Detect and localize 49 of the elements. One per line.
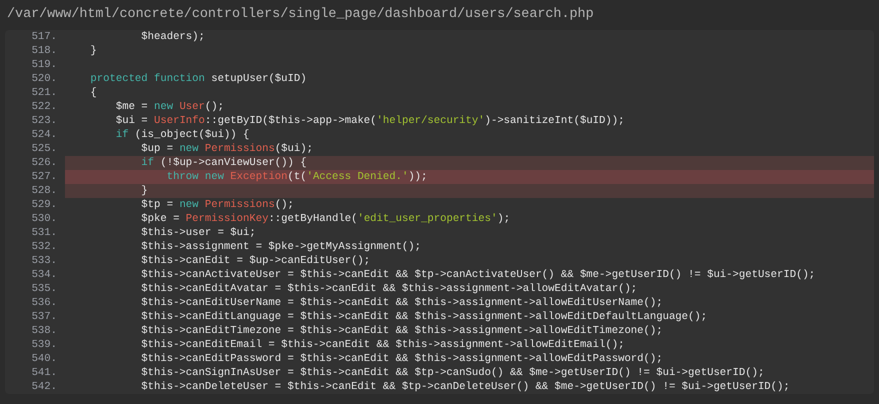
code-line: $this->canSignInAsUser = $this->canEdit && $tp->canSudo() && $me->getUserID() != $ui->getUserID(); [140, 366, 766, 380]
line-number: 528. [30, 184, 57, 198]
line-number: 523. [30, 114, 57, 128]
line-number: 542. [30, 380, 57, 394]
line-number: 538. [30, 324, 57, 338]
code-line: $this->canEditAvatar = $this->canEdit && $this->assignment->allowEditAvatar(); [140, 282, 638, 296]
code-line: $pke = PermissionKey::getByHandle('edit_user_properties'); [140, 212, 512, 226]
code-line: $headers); [140, 30, 206, 44]
line-number: 539. [30, 338, 57, 352]
line-number: 527. [30, 170, 57, 184]
line-number: 530. [30, 212, 57, 226]
code-line: $this->canEditTimezone = $this->canEdit && $this->assignment->allowEditTimezone(); [140, 324, 664, 338]
line-number: 529. [30, 198, 57, 212]
line-number: 537. [30, 310, 57, 324]
line-number: 526. [30, 156, 57, 170]
code-line: $this->canEditLanguage = $this->canEdit && $this->assignment->allowEditDefaultLanguage(); [140, 310, 708, 324]
line-number: 525. [30, 142, 57, 156]
code-line: $this->canActivateUser = $this->canEdit && $tp->canActivateUser() && $me->getUserID() != $ui->getUserID(); [140, 268, 816, 282]
code-line: $me = new User(); [114, 100, 225, 114]
code-line: } [89, 44, 98, 58]
code-line: $this->canEditUserName = $this->canEdit && $this->assignment->allowEditUserName(); [140, 296, 664, 310]
code-line: $this->canEdit = $up->canEditUser(); [140, 254, 372, 268]
line-number: 520. [30, 72, 57, 86]
code-line: $this->canEditPassword = $this->canEdit && $this->assignment->allowEditPassword(); [140, 352, 664, 366]
line-number: 524. [30, 128, 57, 142]
code-line: $this->assignment = $pke->getMyAssignment(); [140, 240, 422, 254]
line-number: 535. [30, 282, 57, 296]
line-number: 534. [30, 268, 57, 282]
line-number: 540. [30, 352, 57, 366]
line-number: 522. [30, 100, 57, 114]
line-number: 531. [30, 226, 57, 240]
line-number: 517. [30, 30, 57, 44]
file-path: /var/www/html/concrete/controllers/single_page/dashboard/users/search.php [7, 6, 594, 24]
line-number: 519. [30, 58, 57, 72]
line-number: 518. [30, 44, 57, 58]
code-line: protected function setupUser($uID) [89, 72, 308, 86]
line-number: 536. [30, 296, 57, 310]
code-line: $tp = new Permissions(); [140, 198, 295, 212]
line-number: 532. [30, 240, 57, 254]
code-line: $ui = UserInfo::getByID($this->app->make('helper/security')->sanitizeInt($uID)); [114, 114, 626, 128]
code-line: { [89, 86, 98, 100]
code-line: if (is_object($ui)) { [114, 128, 250, 142]
code-line: $this->canEditEmail = $this->canEdit && $this->assignment->allowEditEmail(); [140, 338, 626, 352]
code-line: $this->user = $ui; [140, 226, 257, 240]
line-number: 533. [30, 254, 57, 268]
line-number: 541. [30, 366, 57, 380]
code-line: $this->canDeleteUser = $this->canEdit && $tp->canDeleteUser() && $me->getUserID() != $ui->getUserID(); [140, 380, 791, 394]
line-number: 521. [30, 86, 57, 100]
code-line: $up = new Permissions($ui); [140, 142, 314, 156]
